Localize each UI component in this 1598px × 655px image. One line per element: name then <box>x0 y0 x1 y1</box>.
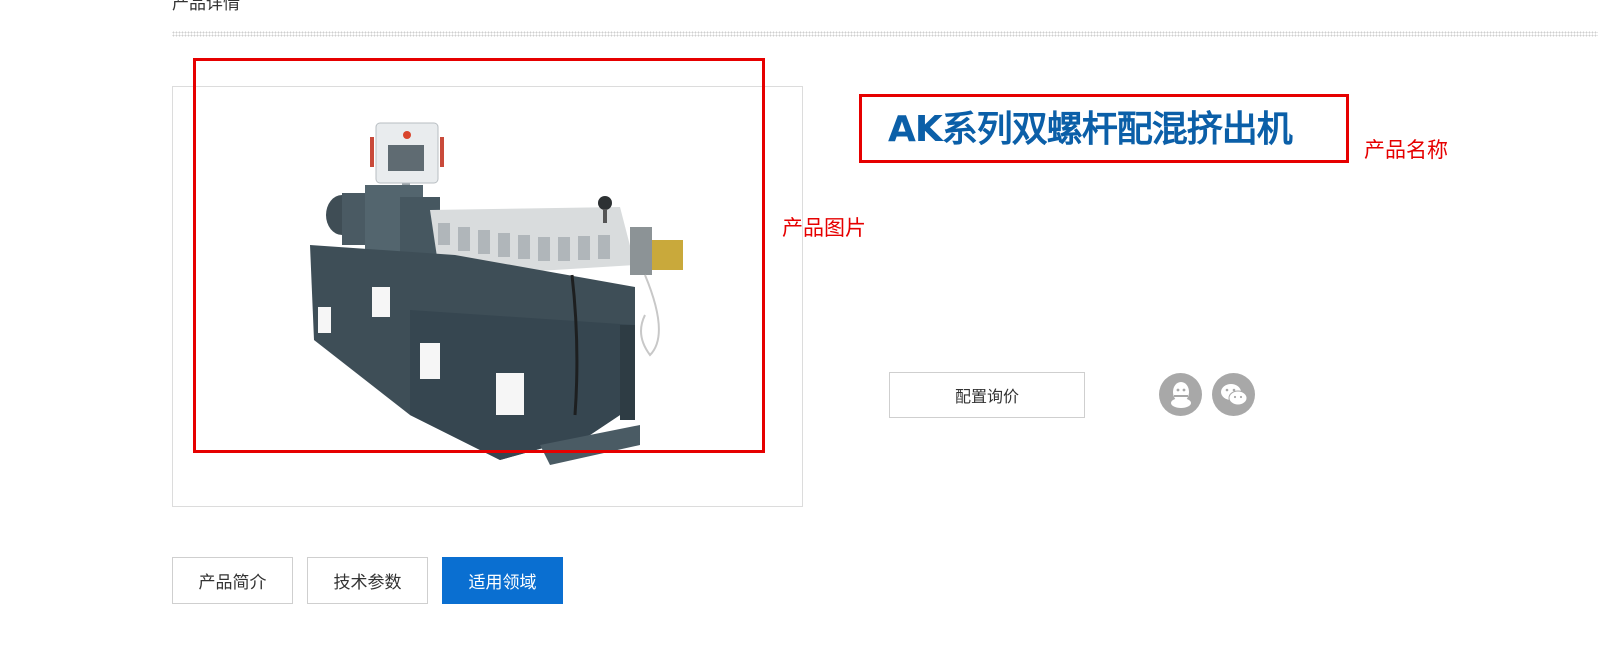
tab-product-intro[interactable]: 产品简介 <box>172 557 293 604</box>
qq-icon[interactable] <box>1159 373 1202 416</box>
tab-tech-params[interactable]: 技术参数 <box>307 557 428 604</box>
annotation-box-name <box>859 94 1349 163</box>
annotation-box-image <box>193 58 765 453</box>
wechat-icon[interactable] <box>1212 373 1255 416</box>
annotation-label-name: 产品名称 <box>1364 138 1448 162</box>
tab-applications[interactable]: 适用领域 <box>442 557 563 604</box>
inquiry-button[interactable]: 配置询价 <box>889 372 1085 418</box>
section-title: 产品详情 <box>172 0 240 14</box>
section-divider <box>172 31 1598 37</box>
annotation-label-image: 产品图片 <box>782 216 866 240</box>
